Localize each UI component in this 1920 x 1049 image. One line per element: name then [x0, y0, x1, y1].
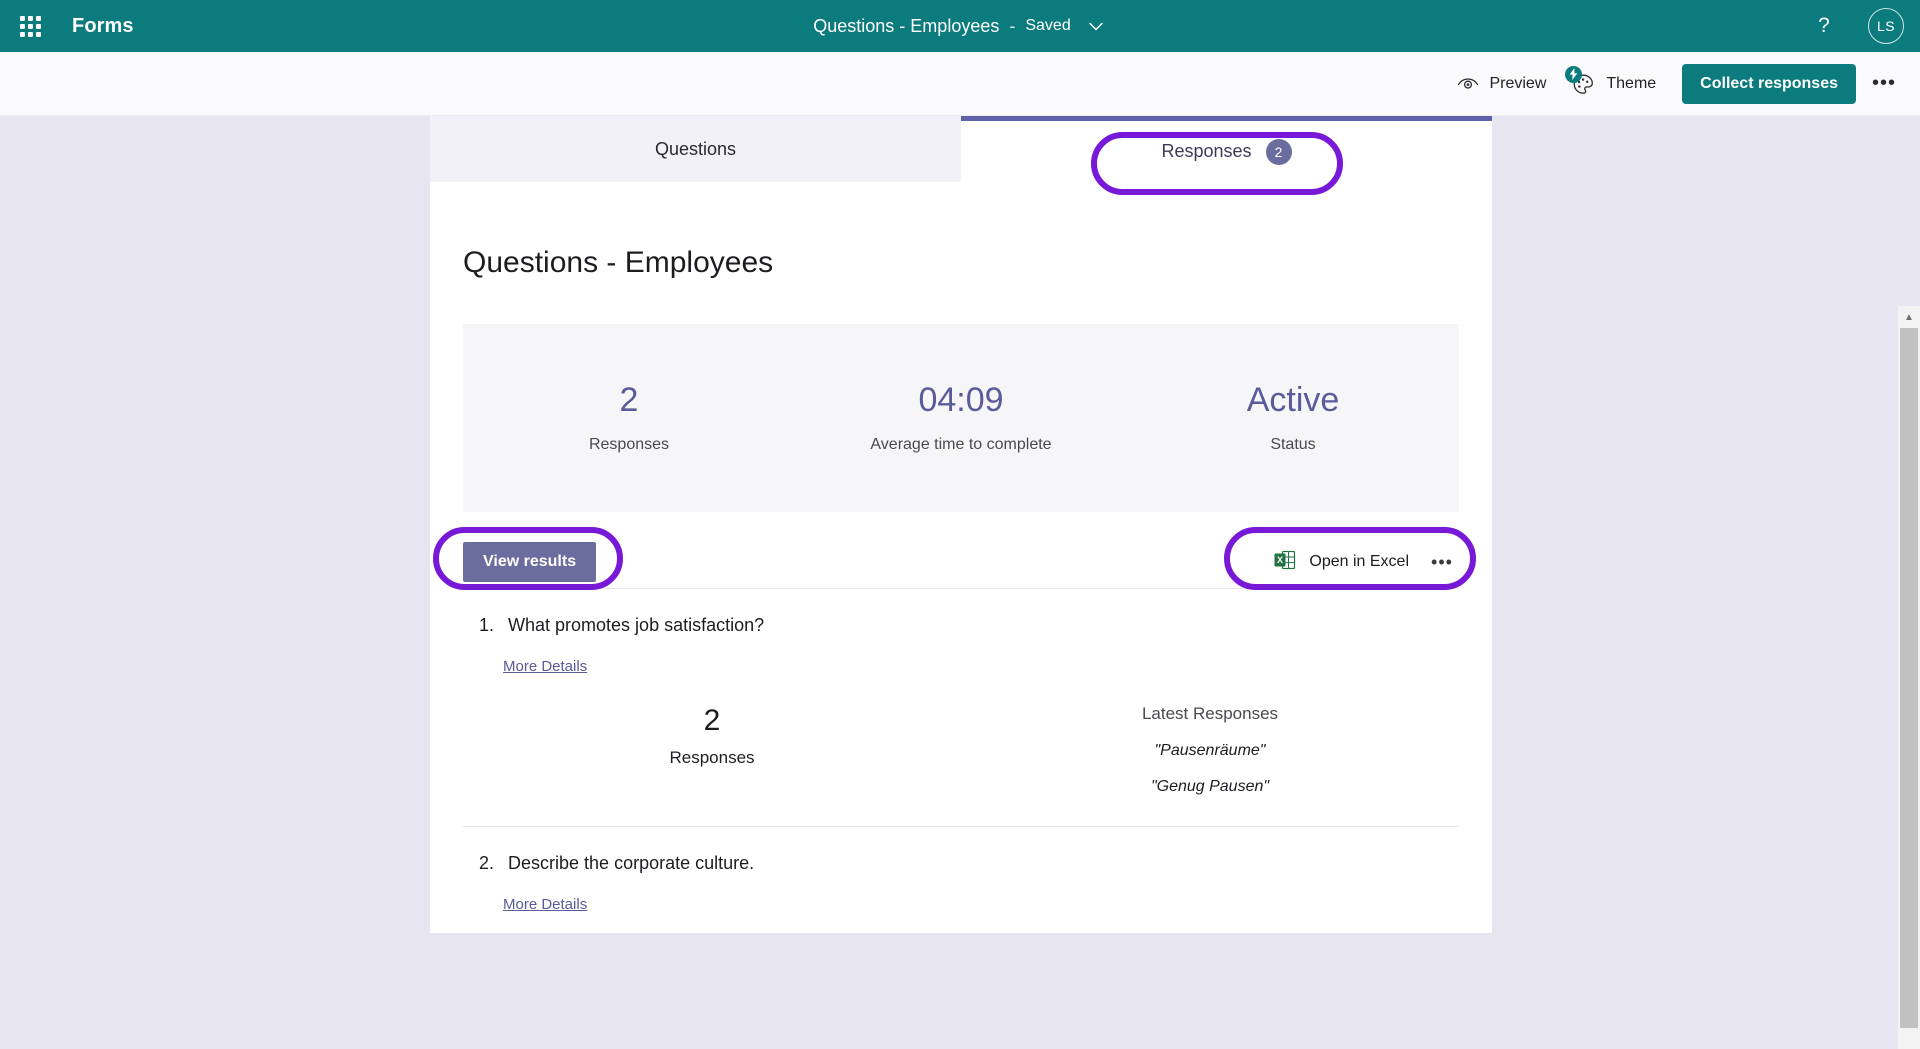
question-1-heading: 1. What promotes job satisfaction? [463, 615, 1459, 636]
question-2-number: 2. [479, 853, 495, 873]
more-details-link-1[interactable]: More Details [503, 658, 587, 675]
theme-label: Theme [1606, 74, 1657, 92]
responses-card: Questions - Employees 2 Responses 04:09 … [430, 182, 1492, 933]
stat-status-value: Active [1246, 381, 1340, 420]
latest-responses-heading: Latest Responses [1141, 704, 1279, 723]
question-1-count-label: Responses [669, 748, 755, 767]
action-row: View results X Open in Excel ••• [463, 536, 1459, 588]
tab-responses-badge: 2 [1265, 138, 1292, 165]
excel-group: X Open in Excel ••• [1263, 542, 1459, 582]
palette-icon [1565, 65, 1596, 97]
stat-responses-label: Responses [588, 435, 670, 453]
excel-overflow-icon[interactable]: ••• [1425, 545, 1459, 579]
question-2-heading: 2. Describe the corporate culture. [463, 853, 1459, 874]
stat-average-time: 04:09 Average time to complete [795, 381, 1127, 453]
question-1-count-value: 2 [703, 704, 721, 737]
open-in-excel-button[interactable]: X Open in Excel [1263, 542, 1419, 582]
document-title[interactable]: Questions - Employees [813, 16, 999, 37]
question-item-1: 1. What promotes job satisfaction? More … [463, 588, 1459, 826]
save-state-label: Saved [1025, 17, 1071, 34]
overflow-menu-icon[interactable]: ••• [1864, 65, 1904, 103]
document-title-group: Questions - Employees - Saved [0, 0, 1920, 52]
command-bar: Preview Theme Collect responses ••• [0, 52, 1920, 116]
more-details-link-2[interactable]: More Details [503, 896, 587, 913]
questions-list: 1. What promotes job satisfaction? More … [463, 588, 1459, 914]
chevron-down-icon[interactable] [1085, 15, 1107, 37]
eye-icon [1457, 73, 1479, 95]
stat-status-label: Status [1270, 435, 1316, 453]
stat-average-time-value: 04:09 [918, 381, 1004, 420]
collect-responses-button[interactable]: Collect responses [1682, 63, 1856, 104]
preview-label: Preview [1489, 74, 1547, 92]
excel-icon: X [1273, 548, 1297, 577]
title-separator: - [1009, 15, 1016, 36]
stat-responses-value: 2 [619, 381, 639, 420]
app-brand-forms[interactable]: Forms [72, 15, 134, 38]
tab-responses[interactable]: Responses 2 [961, 116, 1492, 182]
tab-responses-label: Responses [1161, 141, 1252, 161]
summary-stats: 2 Responses 04:09 Average time to comple… [463, 324, 1459, 512]
svg-text:X: X [1277, 555, 1283, 565]
suite-header: Forms Questions - Employees - Saved ? LS [0, 0, 1920, 52]
app-launcher-icon[interactable] [6, 2, 54, 50]
question-2-text: Describe the corporate culture. [508, 853, 755, 873]
avatar[interactable]: LS [1868, 8, 1904, 44]
stat-average-time-label: Average time to complete [870, 435, 1052, 453]
scrollbar-thumb[interactable] [1900, 328, 1918, 1028]
question-1-number: 1. [479, 615, 495, 635]
question-1-body: 2 Responses Latest Responses "Pausenräum… [463, 704, 1459, 826]
page-title: Questions - Employees [463, 246, 774, 279]
page-body: Questions Responses 2 Questions - Employ… [0, 116, 1920, 1049]
tab-strip: Questions Responses 2 [430, 116, 1492, 182]
latest-response-2: "Genug Pausen" [1150, 778, 1270, 795]
suite-actions: ? LS [1800, 0, 1920, 52]
tab-questions[interactable]: Questions [430, 116, 961, 182]
question-1-latest-responses: Latest Responses "Pausenräume" "Genug Pa… [961, 704, 1459, 796]
help-icon[interactable]: ? [1800, 2, 1848, 50]
theme-button[interactable]: Theme [1558, 65, 1668, 103]
stat-responses: 2 Responses [463, 381, 795, 453]
vertical-scrollbar[interactable]: ▲ [1898, 306, 1920, 1049]
tab-questions-label: Questions [654, 138, 737, 159]
preview-button[interactable]: Preview [1445, 65, 1558, 103]
latest-response-1: "Pausenräume" [1154, 742, 1266, 759]
view-results-button[interactable]: View results [463, 542, 597, 582]
stat-status: Active Status [1127, 381, 1459, 453]
scroll-up-arrow-icon[interactable]: ▲ [1898, 306, 1920, 328]
waffle-grid [19, 15, 41, 37]
open-in-excel-label: Open in Excel [1309, 553, 1409, 570]
copilot-badge-icon [1565, 65, 1583, 83]
question-1-response-count: 2 Responses [463, 704, 961, 796]
question-item-2: 2. Describe the corporate culture. More … [463, 826, 1459, 914]
question-1-text: What promotes job satisfaction? [508, 615, 765, 635]
